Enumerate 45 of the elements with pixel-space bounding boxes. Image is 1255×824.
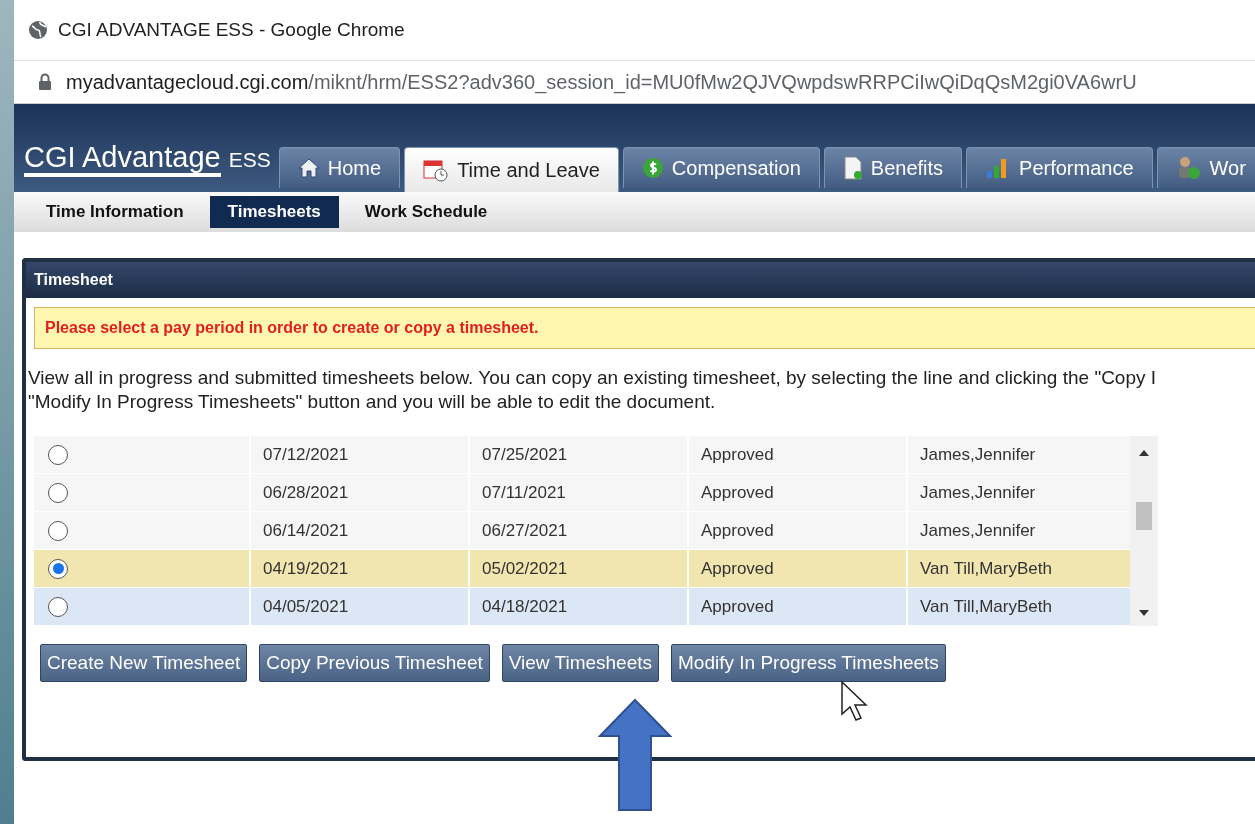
panel-title: Timesheet bbox=[26, 262, 1255, 298]
table-row[interactable]: 04/19/2021 05/02/2021 Approved Van Till,MaryBeth bbox=[34, 550, 1130, 588]
table-row[interactable]: 07/12/2021 07/25/2021 Approved James,Jennifer bbox=[34, 436, 1130, 474]
calendar-clock-icon bbox=[423, 158, 450, 182]
table-row[interactable]: 06/14/2021 06/27/2021 Approved James,Jennifer bbox=[34, 512, 1130, 550]
house-icon bbox=[297, 158, 320, 178]
lock-icon bbox=[38, 73, 52, 91]
document-icon bbox=[842, 156, 863, 180]
radio-button[interactable] bbox=[48, 482, 68, 503]
table-cell: Van Till,MaryBeth bbox=[906, 588, 1125, 625]
globe-icon bbox=[28, 20, 48, 40]
nav-tab[interactable]: Time and Leave bbox=[404, 147, 619, 192]
table-row[interactable]: 06/28/2021 07/11/2021 Approved James,Jennifer bbox=[34, 474, 1130, 512]
scroll-thumb[interactable] bbox=[1136, 502, 1152, 530]
table-row[interactable]: 04/05/2021 04/18/2021 Approved Van Till,MaryBeth bbox=[34, 588, 1130, 626]
table-cell: 04/18/2021 bbox=[468, 588, 687, 625]
action-button[interactable]: Copy Previous Timesheet bbox=[259, 644, 490, 682]
sub-tab[interactable]: Time Information bbox=[28, 196, 202, 228]
warning-message: Please select a pay period in order to create or copy a timesheet. bbox=[34, 307, 1255, 349]
nav-tab[interactable]: Compensation bbox=[622, 147, 820, 188]
action-button[interactable]: Create New Timesheet bbox=[40, 644, 248, 682]
sub-tab[interactable]: Timesheets bbox=[209, 196, 339, 228]
table-cell: Approved bbox=[687, 588, 906, 625]
action-button[interactable]: View Timesheets bbox=[501, 644, 660, 682]
radio-button[interactable] bbox=[48, 520, 68, 541]
sub-tab[interactable]: Work Schedule bbox=[346, 196, 506, 228]
description-text: View all in progress and submitted timesheets below. You can copy an existing timesheet, by selecting the line and clicking the "Copy I "Modify In Progress Timesheets" button and you will be able to edit the document. bbox=[27, 366, 1158, 414]
scroll-down-icon[interactable] bbox=[1139, 610, 1149, 616]
window-title: CGI ADVANTAGE ESS - Google Chrome bbox=[58, 19, 405, 41]
dollar-coin-icon bbox=[641, 157, 664, 179]
radio-button[interactable] bbox=[48, 444, 68, 465]
mouse-cursor-icon bbox=[840, 680, 870, 722]
logo: CGI Advantage ESS bbox=[24, 140, 271, 174]
nav-tab[interactable]: Home bbox=[278, 147, 401, 188]
scrollbar[interactable] bbox=[1130, 436, 1158, 626]
scroll-up-icon[interactable] bbox=[1139, 450, 1149, 456]
table-cell: 04/05/2021 bbox=[249, 588, 468, 625]
up-arrow-icon bbox=[598, 698, 672, 812]
radio-button[interactable] bbox=[48, 558, 68, 579]
radio-button[interactable] bbox=[48, 596, 68, 617]
nav-tab[interactable]: Wor bbox=[1156, 147, 1255, 188]
url-text[interactable]: myadvantagecloud.cgi.com/miknt/hrm/ESS2?adv360_session_id=MU0fMw2QJVQwpdswRRPCiIwQiDqQsM2gi0VA6wrU bbox=[66, 70, 1137, 94]
action-button[interactable]: Modify In Progress Timesheets bbox=[671, 644, 946, 682]
nav-tab[interactable]: Performance bbox=[966, 147, 1153, 188]
nav-tab[interactable]: Benefits bbox=[823, 147, 963, 188]
